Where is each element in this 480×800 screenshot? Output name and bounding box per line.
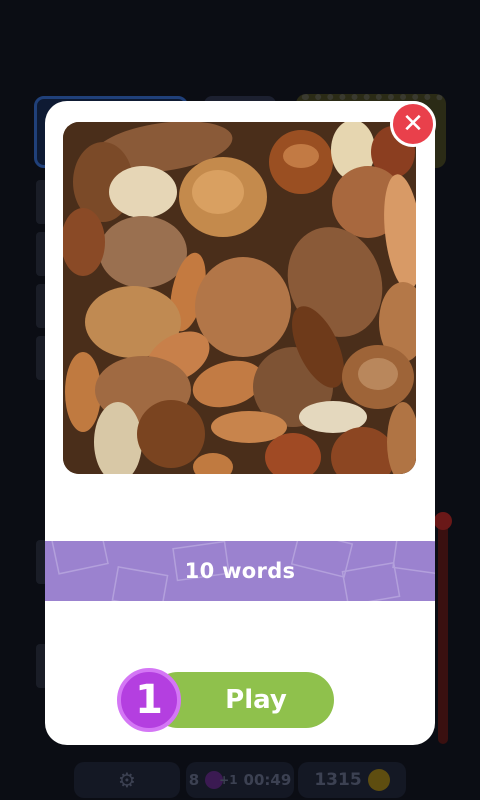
coin-icon — [367, 769, 390, 791]
puzzle-image — [63, 122, 416, 474]
coins-value: 1315 — [314, 770, 362, 790]
level-badge: 1 — [117, 668, 181, 732]
gear-icon: ⚙ — [118, 768, 136, 792]
bg-slider-knob — [434, 512, 452, 530]
timer-panel: 8 +1 00:49 — [186, 762, 294, 798]
close-icon: ✕ — [402, 109, 424, 139]
hint-count: 8 — [188, 771, 200, 789]
words-count-label: 10 words — [184, 559, 296, 583]
hint-badge: +1 — [219, 773, 238, 787]
coins-panel: 1315 — [298, 762, 406, 798]
bg-slider-track — [438, 520, 448, 744]
settings-button[interactable]: ⚙ — [74, 762, 180, 798]
timer-value: 00:49 — [243, 771, 292, 789]
words-banner: 10 words — [45, 541, 435, 601]
level-number: 1 — [135, 677, 163, 723]
play-button-label: Play — [225, 685, 287, 715]
close-button[interactable]: ✕ — [390, 101, 436, 147]
mixed-nuts-photo — [63, 122, 416, 474]
